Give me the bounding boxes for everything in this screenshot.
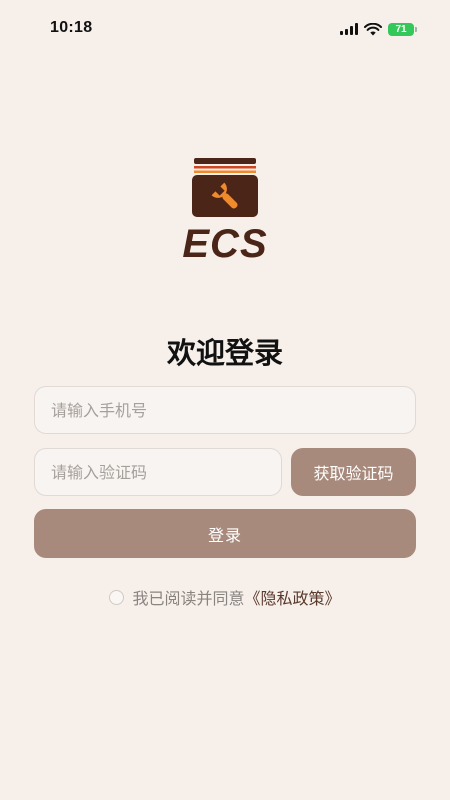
page-title: 欢迎登录 xyxy=(166,336,283,370)
status-time: 10:18 xyxy=(50,19,93,36)
app-logo: ECS xyxy=(0,158,450,268)
status-bar: 10:18 71 xyxy=(0,0,450,58)
battery-level: 71 xyxy=(388,22,414,36)
toolbox-wrench-icon xyxy=(192,158,258,217)
login-button[interactable]: 登录 xyxy=(34,509,416,558)
privacy-policy-link[interactable]: 《隐私政策》 xyxy=(245,585,341,609)
get-code-button[interactable]: 获取验证码 xyxy=(291,448,416,496)
logo-text: ECS xyxy=(182,222,268,266)
signal-icon xyxy=(340,23,358,35)
verification-code-input[interactable] xyxy=(34,448,282,496)
wifi-icon xyxy=(364,22,382,35)
privacy-agreement: 我已阅读并同意 《隐私政策》 xyxy=(0,586,450,608)
agreement-text: 我已阅读并同意 xyxy=(132,589,245,608)
battery-icon: 71 xyxy=(388,22,417,36)
phone-input[interactable] xyxy=(34,386,416,434)
agree-checkbox[interactable] xyxy=(109,589,125,605)
login-screen: 10:18 71 ECS 欢迎登录 请输入手机号 请输入验证码 获取验证码 登录… xyxy=(0,0,450,800)
status-indicators: 71 xyxy=(340,22,417,36)
